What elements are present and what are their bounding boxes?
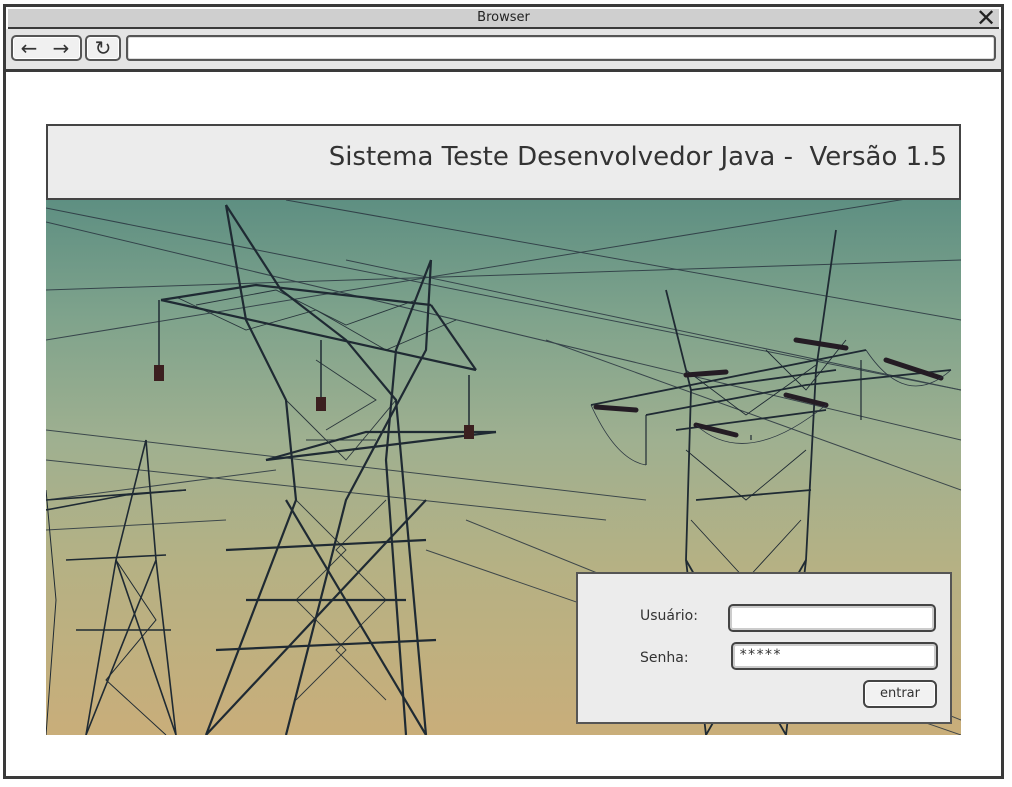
close-icon[interactable]: ✕ (975, 6, 997, 30)
forward-icon[interactable]: → (45, 37, 77, 59)
login-panel: Usuário: Senha: ***** entrar (576, 572, 952, 724)
page-content: Sistema Teste Desenvolvedor Java - Versã… (6, 72, 1001, 776)
password-input[interactable]: ***** (731, 642, 938, 670)
address-bar[interactable] (126, 35, 996, 61)
enter-button[interactable]: entrar (863, 680, 937, 708)
password-label: Senha: (640, 650, 689, 666)
username-input[interactable] (728, 604, 936, 632)
browser-title: Browser (477, 10, 530, 25)
browser-titlebar: Browser ✕ (8, 6, 999, 30)
reload-icon: ↻ (94, 36, 112, 60)
reload-button[interactable]: ↻ (85, 35, 121, 61)
back-forward-buttons: ← → (11, 35, 82, 61)
browser-toolbar: ← → ↻ (6, 29, 1001, 72)
username-label: Usuário: (640, 608, 698, 624)
page-header: Sistema Teste Desenvolvedor Java - Versã… (46, 124, 961, 200)
page-title: Sistema Teste Desenvolvedor Java - Versã… (328, 142, 947, 172)
browser-window: Browser ✕ ← → ↻ Sistema Teste Desenvolved… (3, 4, 1004, 779)
back-icon[interactable]: ← (13, 37, 45, 59)
